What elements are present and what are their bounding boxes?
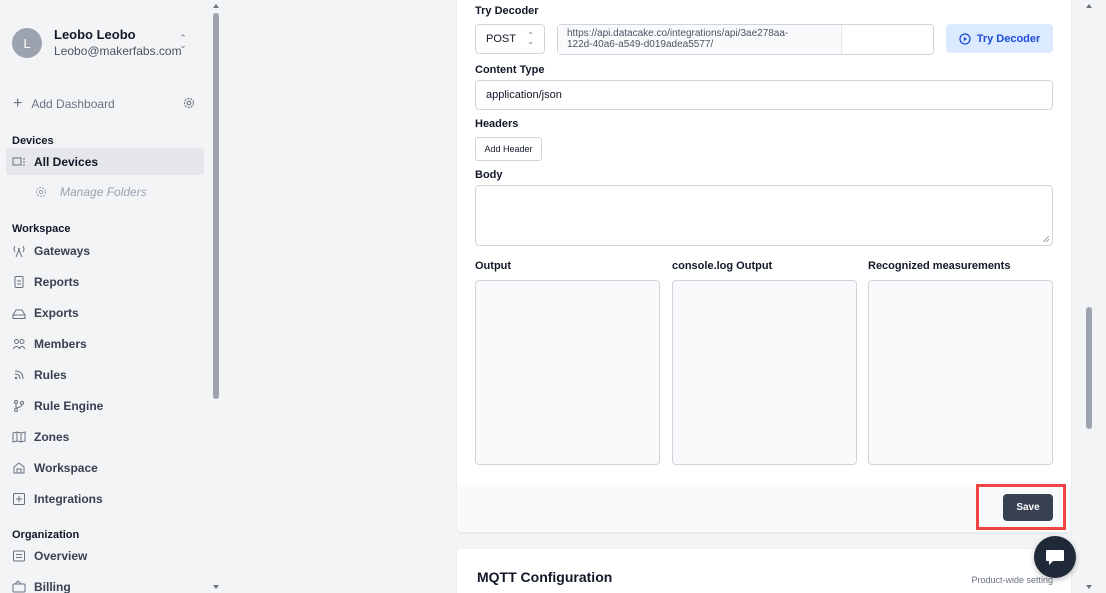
output-box [475,280,660,465]
body-textarea[interactable] [475,185,1053,246]
sidebar-item-exports[interactable]: Exports [6,299,204,326]
scroll-down-icon[interactable] [213,585,219,589]
home-icon [13,461,25,473]
sidebar: L Leobo Leobo Leobo@makerfabs.com ⌃ ⌄ + A… [0,0,211,593]
sidebar-item-all-devices[interactable]: All Devices [6,148,204,175]
sidebar-item-label: All Devices [34,154,99,169]
decoder-card: Try Decoder POST ⌃ ⌄ https://api.datacake… [457,0,1071,532]
scroll-down-icon[interactable] [1086,585,1092,589]
chat-icon [1046,550,1064,565]
sidebar-item-members[interactable]: Members [6,330,204,357]
content-type-label: Content Type [475,64,545,76]
recognized-measurements-box [868,280,1053,465]
sidebar-item-manage-folders[interactable]: Manage Folders [6,178,204,205]
try-decoder-title: Try Decoder [475,5,539,17]
user-name: Leobo Leobo [54,27,136,42]
user-switcher[interactable]: L Leobo Leobo Leobo@makerfabs.com ⌃ ⌄ [10,22,200,64]
section-organization: Organization [12,529,80,541]
save-highlight-box [976,484,1066,530]
scroll-up-icon[interactable] [1086,4,1092,8]
billing-icon [12,579,26,592]
add-dashboard-button[interactable]: + Add Dashboard [13,96,196,112]
sidebar-item-reports[interactable]: Reports [6,268,204,295]
play-circle-icon [959,32,971,45]
console-output-label: console.log Output [672,260,773,272]
console-output-box [672,280,857,465]
sidebar-item-label: Rules [34,367,67,382]
body-label: Body [475,169,503,181]
antenna-icon [13,245,25,257]
decoder-url-line2: 122d-40a6-a549-d019adea5577/ [567,39,714,50]
gear-icon [35,186,47,197]
list-icon [13,550,25,561]
export-icon [12,309,26,319]
sidebar-item-label: Workspace [34,460,98,475]
content-type-input[interactable]: application/json [475,80,1053,110]
branch-icon [14,399,24,412]
product-wide-setting: Product-wide setting [971,575,1053,585]
try-decoder-button[interactable]: Try Decoder [946,24,1053,53]
decoder-url-field[interactable]: https://api.datacake.co/integrations/api… [557,24,934,55]
sidebar-item-gateways[interactable]: Gateways [6,237,204,264]
sidebar-item-overview[interactable]: Overview [6,542,204,569]
main-panel: Try Decoder POST ⌃ ⌄ https://api.datacake… [221,0,1084,593]
chat-widget-button[interactable] [1034,536,1076,578]
mqtt-card: MQTT Configuration Product-wide setting [457,549,1071,593]
plus-square-icon [13,492,25,505]
gear-icon[interactable] [182,96,196,110]
output-label: Output [475,260,512,272]
sidebar-item-integrations[interactable]: Integrations [6,485,204,512]
sidebar-item-label: Rule Engine [34,398,104,413]
section-workspace: Workspace [12,223,71,235]
decoder-url-line1: https://api.datacake.co/integrations/api… [567,28,789,39]
resize-grip-icon[interactable] [1042,235,1050,243]
add-header-button[interactable]: Add Header [475,137,542,161]
sidebar-item-label: Manage Folders [60,184,147,199]
chevron-up-down-icon: ⌃ ⌄ [179,33,187,50]
chevron-up-down-icon: ⌃ ⌄ [527,31,534,46]
sidebar-scrollbar-thumb[interactable] [213,13,219,399]
sidebar-item-label: Billing [34,579,71,593]
sidebar-item-billing[interactable]: Billing [6,573,204,593]
plus-icon: + [13,95,23,112]
users-icon [12,338,26,349]
headers-label: Headers [475,118,519,130]
main-scrollbar-thumb[interactable] [1086,307,1092,429]
sidebar-item-label: Integrations [34,491,103,506]
sidebar-item-label: Exports [34,305,79,320]
sidebar-item-rule-engine[interactable]: Rule Engine [6,392,204,419]
document-icon [14,275,24,288]
sidebar-item-label: Overview [34,548,88,563]
add-dashboard-label: Add Dashboard [31,97,115,111]
sidebar-item-label: Members [34,336,87,351]
http-method-value: POST [486,33,516,45]
sidebar-item-label: Zones [34,429,70,444]
devices-icon [12,157,25,165]
sidebar-item-rules[interactable]: Rules [6,361,204,388]
avatar: L [12,28,42,58]
sidebar-item-label: Reports [34,274,80,289]
mqtt-title: MQTT Configuration [477,569,613,585]
map-icon [12,430,26,443]
signal-icon [14,370,24,379]
section-devices: Devices [12,135,54,147]
try-decoder-label: Try Decoder [976,32,1041,45]
sidebar-item-workspace[interactable]: Workspace [6,454,204,481]
content-type-value: application/json [486,89,562,101]
http-method-select[interactable]: POST ⌃ ⌄ [475,24,545,54]
main-scrollbar[interactable] [1084,0,1106,593]
scroll-up-icon[interactable] [213,4,219,8]
user-email: Leobo@makerfabs.com [54,44,182,58]
recognized-measurements-label: Recognized measurements [868,260,1011,272]
sidebar-item-label: Gateways [34,243,91,258]
sidebar-item-zones[interactable]: Zones [6,423,204,450]
